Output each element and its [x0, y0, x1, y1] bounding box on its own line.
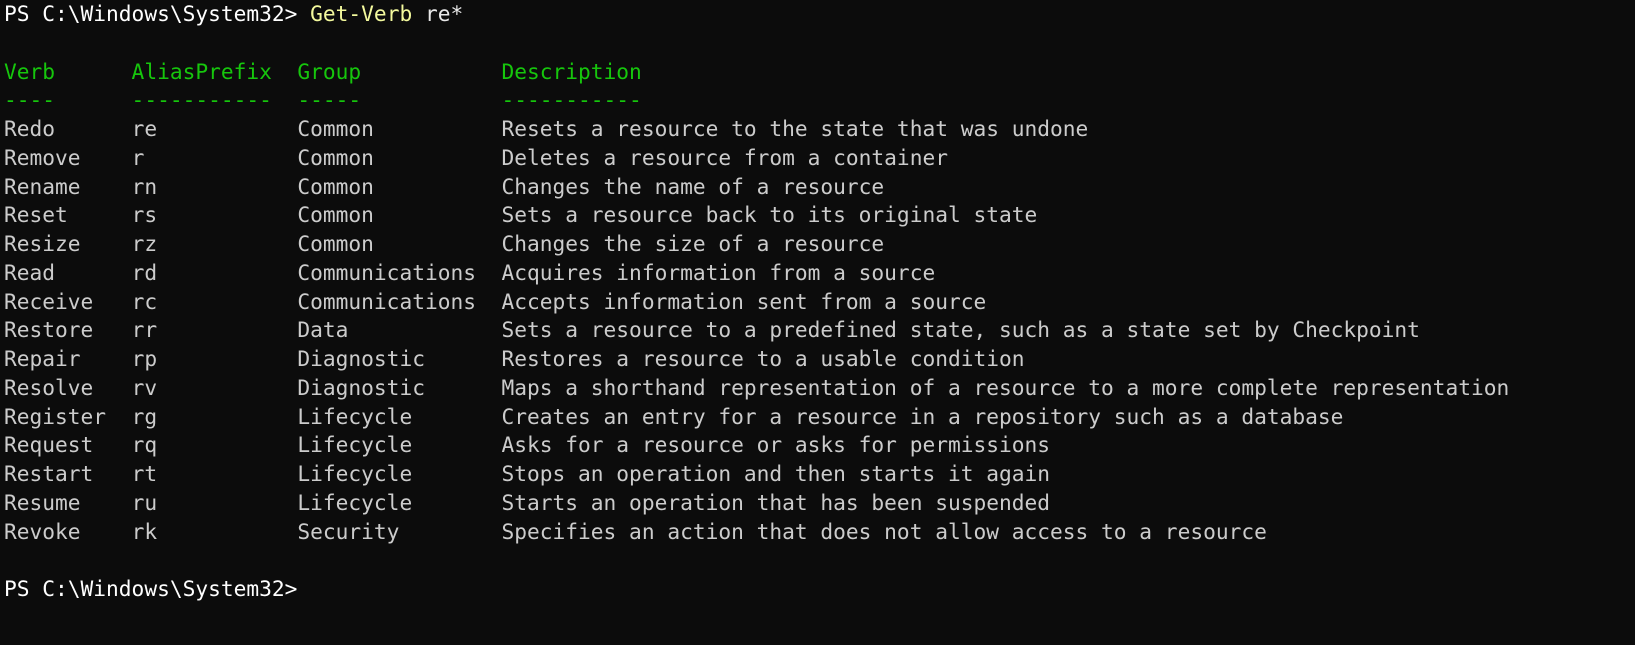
- cell-verb: Resume: [4, 489, 132, 515]
- cell-description: Accepts information sent from a source: [501, 288, 987, 314]
- cell-alias-prefix: r: [131, 144, 298, 170]
- cell-alias-prefix: rg: [131, 403, 298, 429]
- table-row: Restart rt Lifecycle Stops an operation …: [4, 460, 1631, 489]
- cell-group: Lifecycle: [297, 403, 502, 429]
- table-row: Redo re Common Resets a resource to the …: [4, 115, 1631, 144]
- powershell-terminal[interactable]: PS C:\Windows\System32> Get-Verb re* Ver…: [0, 0, 1635, 645]
- cursor[interactable]: [297, 576, 310, 601]
- table-row: Revoke rk Security Specifies an action t…: [4, 518, 1631, 547]
- cell-alias-prefix: rc: [131, 288, 298, 314]
- cell-description: Asks for a resource or asks for permissi…: [501, 432, 1051, 458]
- table-row: Repair rp Diagnostic Restores a resource…: [4, 345, 1631, 374]
- cell-group: Lifecycle: [297, 461, 502, 486]
- cell-verb: Restart: [4, 461, 132, 486]
- table-row: Restore rr Data Sets a resource to a pre…: [4, 316, 1631, 345]
- command-name[interactable]: Get-Verb: [310, 1, 412, 26]
- terminal-screen-buffer: PS C:\Windows\System32> Get-Verb re* Ver…: [4, 0, 1631, 604]
- cell-description: Stops an operation and then starts it ag…: [501, 461, 1051, 486]
- cell-verb: Revoke: [4, 518, 132, 544]
- command-line: PS C:\Windows\System32> Get-Verb re*: [4, 0, 1631, 29]
- cell-group: Lifecycle: [297, 432, 502, 458]
- cell-verb: Reset: [4, 202, 132, 228]
- cell-alias-prefix: re: [131, 116, 298, 141]
- cell-verb: Redo: [4, 116, 132, 141]
- table-row: Read rd Communications Acquires informat…: [4, 259, 1631, 288]
- cell-group: Data: [297, 317, 502, 343]
- table-header-labels: Verb AliasPrefix Group Description: [4, 58, 642, 84]
- trailing-prompt-line: PS C:\Windows\System32>: [4, 575, 1631, 604]
- table-row: Reset rs Common Sets a resource back to …: [4, 201, 1631, 230]
- cell-group: Diagnostic: [297, 346, 502, 371]
- cell-verb: Read: [4, 259, 132, 285]
- command-argument[interactable]: re*: [425, 1, 463, 26]
- cell-description: Specifies an action that does not allow …: [501, 518, 1267, 544]
- cell-group: Lifecycle: [297, 489, 502, 515]
- cell-description: Changes the size of a resource: [501, 231, 885, 256]
- cell-verb: Repair: [4, 346, 132, 371]
- cell-verb: Remove: [4, 144, 132, 170]
- table-row: Resume ru Lifecycle Starts an operation …: [4, 489, 1631, 518]
- cell-group: Common: [297, 116, 502, 141]
- cell-description: Sets a resource back to its original sta…: [501, 202, 1038, 228]
- cell-group: Communications: [297, 288, 502, 314]
- cell-group: Common: [297, 173, 502, 199]
- cell-description: Sets a resource to a predefined state, s…: [501, 317, 1420, 343]
- cell-group: Communications: [297, 259, 502, 285]
- table-row: Request rq Lifecycle Asks for a resource…: [4, 431, 1631, 460]
- cell-description: Maps a shorthand representation of a res…: [501, 374, 1510, 400]
- cell-description: Deletes a resource from a container: [501, 144, 948, 170]
- cell-description: Restores a resource to a usable conditio…: [501, 346, 1025, 371]
- cell-description: Creates an entry for a resource in a rep…: [501, 403, 1344, 429]
- table-rule-dashes: ---- ----------- ----- -----------: [4, 87, 642, 113]
- cell-verb: Resize: [4, 231, 132, 256]
- cell-description: Starts an operation that has been suspen…: [501, 489, 1051, 515]
- cell-group: Common: [297, 231, 502, 256]
- cell-group: Common: [297, 144, 502, 170]
- cell-alias-prefix: rv: [131, 374, 298, 400]
- cell-verb: Register: [4, 403, 132, 429]
- table-row: Receive rc Communications Accepts inform…: [4, 288, 1631, 317]
- cell-group: Security: [297, 518, 502, 544]
- table-row: Rename rn Common Changes the name of a r…: [4, 173, 1631, 202]
- table-row: Resize rz Common Changes the size of a r…: [4, 230, 1631, 259]
- cell-alias-prefix: rs: [131, 202, 298, 228]
- cell-alias-prefix: rp: [131, 346, 298, 371]
- table-rule-row: ---- ----------- ----- -----------: [4, 86, 1631, 115]
- cell-alias-prefix: rk: [131, 518, 298, 544]
- cell-description: Acquires information from a source: [501, 259, 936, 285]
- prompt-path: PS C:\Windows\System32>: [4, 576, 298, 601]
- cell-verb: Request: [4, 432, 132, 458]
- cell-group: Common: [297, 202, 502, 228]
- cell-description: Resets a resource to the state that was …: [501, 116, 1089, 141]
- cell-alias-prefix: rz: [131, 231, 298, 256]
- cell-verb: Rename: [4, 173, 132, 199]
- table-row: Resolve rv Diagnostic Maps a shorthand r…: [4, 374, 1631, 403]
- cell-verb: Restore: [4, 317, 132, 343]
- prompt-path: PS C:\Windows\System32>: [4, 1, 298, 26]
- cell-alias-prefix: rq: [131, 432, 298, 458]
- table-header-row: Verb AliasPrefix Group Description: [4, 58, 1631, 87]
- cell-alias-prefix: rt: [131, 461, 298, 486]
- cell-alias-prefix: ru: [131, 489, 298, 515]
- cell-description: Changes the name of a resource: [501, 173, 885, 199]
- table-row: Register rg Lifecycle Creates an entry f…: [4, 403, 1631, 432]
- table-row: Remove r Common Deletes a resource from …: [4, 144, 1631, 173]
- cell-verb: Receive: [4, 288, 132, 314]
- cell-alias-prefix: rd: [131, 259, 298, 285]
- cell-alias-prefix: rn: [131, 173, 298, 199]
- cell-alias-prefix: rr: [131, 317, 298, 343]
- cell-verb: Resolve: [4, 374, 132, 400]
- cell-group: Diagnostic: [297, 374, 502, 400]
